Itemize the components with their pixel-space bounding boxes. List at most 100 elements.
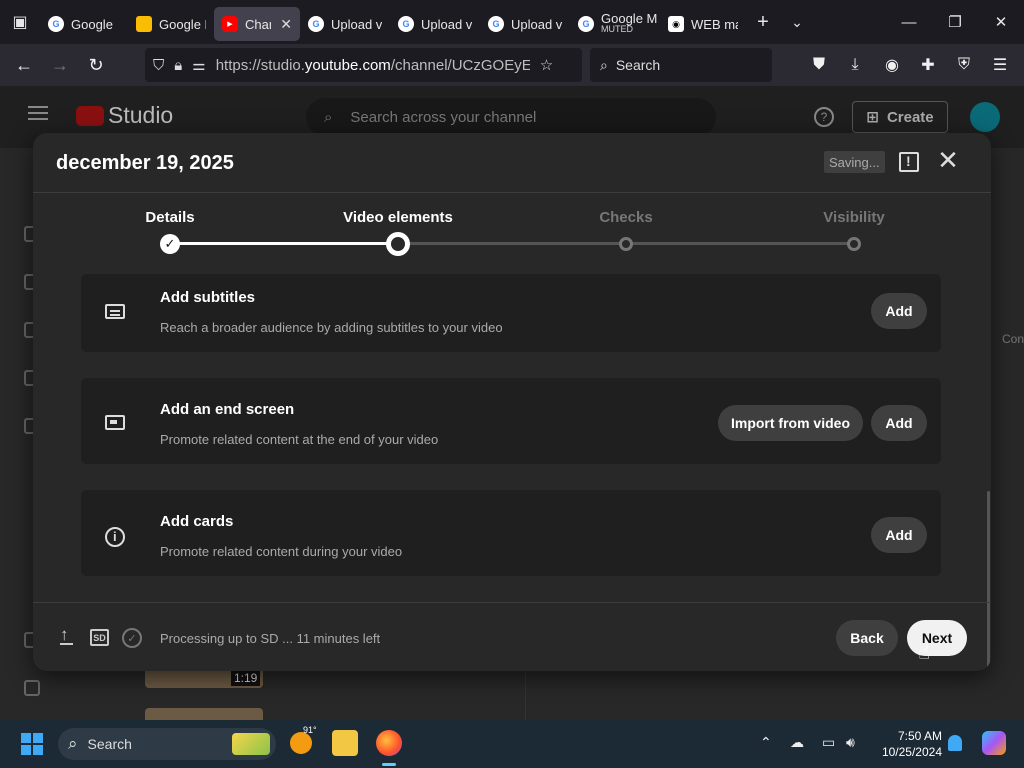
search-highlight-image	[232, 733, 270, 755]
browser-search-input[interactable]: ⌕ Search	[590, 48, 772, 82]
tab-list-icon[interactable]: ▣	[0, 0, 40, 44]
google-icon: G	[308, 16, 324, 32]
sidebar-feedback-icon[interactable]	[24, 680, 40, 696]
card-title: Add cards	[160, 513, 234, 530]
step-complete-check-icon[interactable]: ✓	[160, 234, 180, 254]
upload-stepper: Details Video elements Checks Visibility…	[33, 194, 991, 274]
help-icon[interactable]: ?	[814, 107, 834, 127]
add-subtitles-button[interactable]: Add	[871, 293, 927, 329]
import-from-video-button[interactable]: Import from video	[718, 405, 863, 441]
add-cards-button[interactable]: Add	[871, 517, 927, 553]
weather-icon[interactable]	[290, 732, 312, 754]
step-pending-node[interactable]	[847, 237, 861, 251]
account-icon[interactable]: ◉	[875, 48, 909, 82]
tab-title: Google M	[601, 11, 658, 26]
close-icon[interactable]: ✕	[936, 147, 960, 173]
step-details[interactable]: Details	[145, 209, 194, 226]
next-button[interactable]: Next	[907, 620, 967, 656]
back-button[interactable]: Back	[836, 620, 898, 656]
card-title: Add an end screen	[160, 401, 295, 418]
close-tab-icon[interactable]: ✕	[280, 16, 292, 33]
forward-arrow-icon[interactable]: →	[42, 47, 78, 83]
browser-tab[interactable]: G Upload v	[480, 7, 570, 41]
feedback-icon[interactable]	[899, 152, 919, 172]
tab-title: Chann	[245, 16, 271, 32]
browser-tab[interactable]: G Google M MUTED	[570, 7, 660, 41]
shield-icon[interactable]: ⛉	[153, 57, 164, 74]
subtitles-card: Add subtitles Reach a broader audience b…	[81, 274, 941, 352]
step-video-elements[interactable]: Video elements	[343, 209, 453, 226]
chevron-up-icon[interactable]: ⌃	[760, 734, 772, 751]
browser-tab[interactable]: G Google	[40, 7, 128, 41]
menu-icon[interactable]: ☰	[983, 48, 1017, 82]
bookmark-star-icon[interactable]: ☆	[540, 56, 553, 74]
tab-title: WEB mac	[691, 16, 738, 32]
browser-tab-active[interactable]: ▶ Chann ✕	[214, 7, 300, 41]
step-pending-node[interactable]	[619, 237, 633, 251]
active-app-indicator	[382, 763, 396, 766]
restore-icon[interactable]: ❐	[932, 0, 978, 44]
clock[interactable]: 7:50 AM 10/25/2024	[870, 728, 942, 760]
subtitles-icon	[105, 304, 125, 319]
step-visibility[interactable]: Visibility	[823, 209, 884, 226]
pocket-icon[interactable]: ⛊	[802, 48, 836, 82]
ublock-icon[interactable]: ⛨	[947, 48, 981, 82]
clock-time: 7:50 AM	[897, 729, 942, 743]
tab-title: Google	[71, 16, 113, 32]
keep-icon	[136, 16, 152, 32]
close-window-icon[interactable]: ✕	[978, 0, 1024, 44]
youtube-play-icon	[76, 105, 104, 126]
search-icon: ⌕	[324, 108, 333, 126]
permissions-icon[interactable]: ⚌	[192, 56, 205, 74]
back-arrow-icon[interactable]: ←	[6, 47, 42, 83]
network-icon[interactable]: ▭	[822, 734, 835, 751]
volume-icon[interactable]: 🔊︎	[846, 734, 855, 751]
url-text[interactable]: https://studio.youtube.com/channel/UCzGO…	[216, 57, 530, 74]
step-current-node[interactable]	[386, 232, 410, 256]
taskbar: ⌕ Search 91° ⌃ ☁ ▭ 🔊︎ 7:50 AM 10/25/2024	[0, 720, 1024, 768]
end-screen-icon	[105, 415, 125, 430]
column-header-fragment: Con	[1002, 332, 1024, 346]
step-checks[interactable]: Checks	[599, 209, 652, 226]
create-button[interactable]: ⊞ Create	[852, 101, 948, 133]
browser-tab[interactable]: G Upload v	[300, 7, 390, 41]
browser-tab[interactable]: ◉ WEB mac	[660, 7, 746, 41]
saving-badge: Saving...	[824, 151, 885, 173]
browser-tab-bar: ▣ G Google Google K ▶ Chann ✕ G Upload v…	[0, 0, 1024, 44]
minimize-icon[interactable]: —	[886, 0, 932, 44]
browser-tab[interactable]: Google K	[128, 7, 214, 41]
address-bar[interactable]: ⛉ 🔒︎ ⚌ https://studio.youtube.com/channe…	[145, 48, 582, 82]
extensions-icon[interactable]: ✚	[911, 48, 945, 82]
copilot-icon[interactable]	[982, 731, 1006, 755]
file-explorer-icon[interactable]	[332, 730, 358, 756]
new-tab-icon[interactable]: +	[746, 11, 780, 34]
video-thumbnail[interactable]	[145, 708, 263, 720]
youtube-icon: ▶	[222, 16, 238, 32]
taskbar-search-placeholder: Search	[87, 736, 132, 752]
search-placeholder: Search	[615, 57, 661, 73]
card-description: Reach a broader audience by adding subti…	[160, 320, 503, 335]
chevron-down-icon[interactable]: ⌄	[780, 14, 814, 31]
firefox-icon[interactable]	[376, 730, 402, 756]
studio-logo[interactable]: Studio	[76, 102, 173, 129]
start-icon[interactable]	[21, 733, 43, 755]
browser-tab[interactable]: G Upload v	[390, 7, 480, 41]
reload-icon[interactable]: ↻	[78, 47, 114, 83]
stepper-track-complete	[170, 242, 398, 245]
notification-bell-icon[interactable]	[948, 735, 962, 751]
hamburger-menu-icon[interactable]	[28, 106, 48, 120]
search-icon: ⌕	[68, 734, 78, 753]
end-screen-card: Add an end screen Promote related conten…	[81, 378, 941, 464]
weather-temp: 91°	[303, 725, 317, 735]
studio-search-input[interactable]: ⌕ Search across your channel	[306, 98, 716, 136]
processing-status: Processing up to SD ... 11 minutes left	[160, 631, 381, 646]
lock-icon[interactable]: 🔒︎	[174, 57, 182, 74]
info-icon	[105, 527, 125, 547]
onedrive-offline-icon[interactable]: ☁	[790, 734, 804, 751]
dialog-body: Add subtitles Reach a broader audience b…	[33, 274, 991, 602]
avatar[interactable]	[970, 102, 1000, 132]
url-domain: youtube.com	[304, 56, 391, 74]
download-icon[interactable]: ⤓	[838, 48, 872, 82]
add-end-screen-button[interactable]: Add	[871, 405, 927, 441]
taskbar-search-input[interactable]: ⌕ Search	[58, 728, 276, 760]
